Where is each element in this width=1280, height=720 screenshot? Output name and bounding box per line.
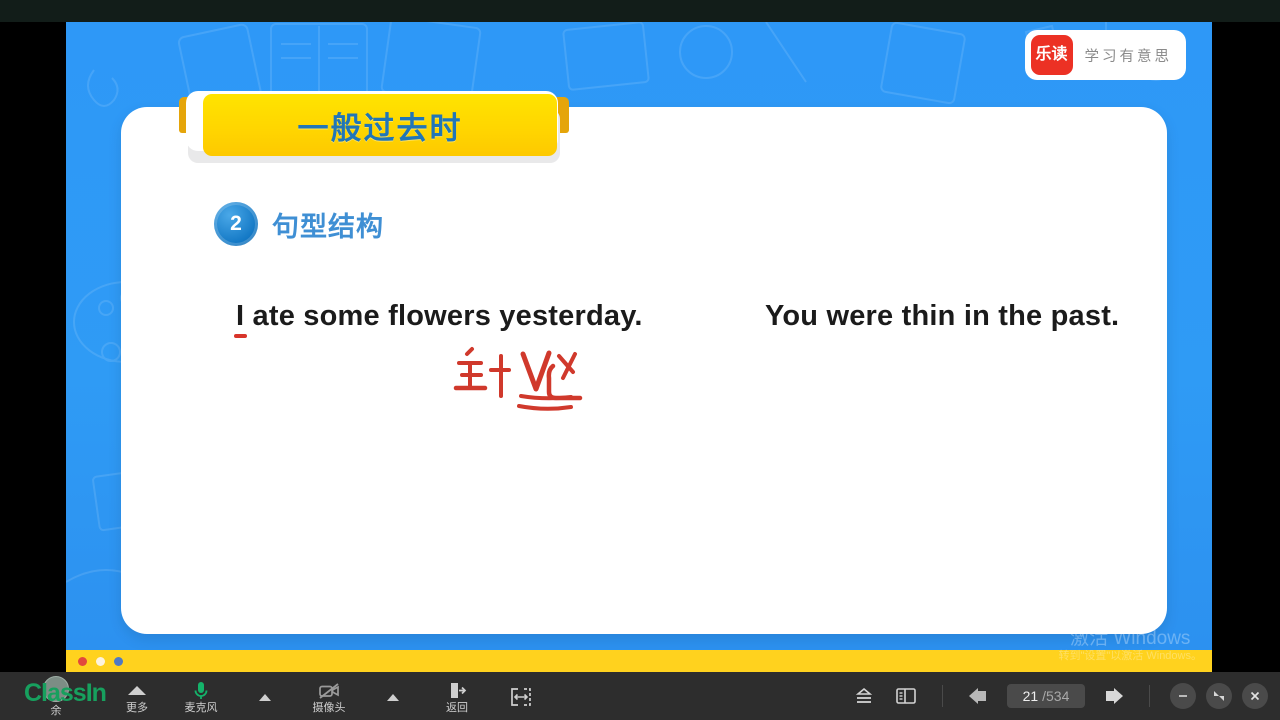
handwriting-annotation-icon <box>453 347 583 411</box>
toolbar-item-camera[interactable]: 摄像头 <box>298 674 360 720</box>
page-navigation: 21 /534 <box>963 683 1129 709</box>
exit-icon <box>448 681 467 701</box>
toolbar-item-microphone-menu[interactable] <box>234 674 296 720</box>
app-window: 乐读 学习有意思 一般过去时 2 句型结构 I ate some flowers… <box>0 0 1280 720</box>
restore-icon <box>1214 691 1224 701</box>
toolbar-item-more[interactable]: 更多 <box>106 674 168 720</box>
slide-footer-bar <box>66 650 1212 672</box>
dot-cream-icon <box>96 657 105 666</box>
layers-button[interactable] <box>848 681 880 711</box>
toolbar-label-more: 更多 <box>126 701 148 714</box>
ribbon-body: 一般过去时 <box>203 94 557 156</box>
brand-tagline: 学习有意思 <box>1084 48 1172 65</box>
title-ribbon: 一般过去时 <box>178 79 570 167</box>
example-sentence-1: I ate some flowers yesterday. <box>236 300 643 333</box>
toolbar-divider-1 <box>942 685 943 707</box>
slide-title: 一般过去时 <box>297 110 463 146</box>
chevron-up-icon-2 <box>387 687 399 707</box>
camera-off-icon <box>318 681 340 701</box>
minimize-icon <box>1179 695 1187 697</box>
top-dark-strip <box>0 0 1280 22</box>
footer-dots <box>78 657 123 666</box>
section-heading: 2 句型结构 <box>214 202 384 246</box>
brand-logo: 乐读 学习有意思 <box>1024 30 1186 80</box>
toolbar-label-camera: 摄像头 <box>312 701 346 714</box>
panel-icon <box>896 688 916 704</box>
dot-red-icon <box>78 657 87 666</box>
prev-page-button[interactable] <box>963 683 997 709</box>
slide-stage[interactable]: 乐读 学习有意思 一般过去时 2 句型结构 I ate some flowers… <box>66 22 1212 672</box>
toolbar-divider-2 <box>1149 685 1150 707</box>
layers-icon <box>855 687 873 703</box>
section-number-badge: 2 <box>214 202 258 246</box>
toolbar-item-microphone[interactable]: 麦克风 <box>170 674 232 720</box>
more-icon <box>126 681 148 701</box>
microphone-icon <box>193 681 209 701</box>
toolbar-label-microphone: 麦克风 <box>184 701 218 714</box>
toolbar-item-resize[interactable] <box>490 674 552 720</box>
avatar <box>43 676 69 702</box>
bottom-toolbar: 余 ClassIn 更多 麦克风 摄像头 返回 21 /534 <box>0 672 1280 720</box>
toolbar-item-return[interactable]: 返回 <box>426 674 488 720</box>
restore-button[interactable] <box>1206 683 1232 709</box>
page-total: /534 <box>1042 688 1070 704</box>
close-button[interactable] <box>1242 683 1268 709</box>
toolbar-label-return: 返回 <box>446 701 468 714</box>
toolbar-label-user: 余 <box>50 705 62 717</box>
next-page-icon <box>1106 688 1123 704</box>
page-indicator[interactable]: 21 /534 <box>1007 684 1085 708</box>
toolbar-left-group: 余 ClassIn 更多 麦克风 摄像头 返回 <box>0 672 552 720</box>
subject-underline: I <box>236 300 245 332</box>
sentence-1-rest: ate some flowers yesterday. <box>244 300 643 332</box>
panel-toggle-button[interactable] <box>890 681 922 711</box>
next-page-button[interactable] <box>1095 683 1129 709</box>
slide-content-card <box>121 107 1167 634</box>
close-icon <box>1250 691 1260 701</box>
toolbar-item-camera-menu[interactable] <box>362 674 424 720</box>
example-sentence-2: You were thin in the past. <box>765 300 1120 332</box>
ribbon-white-backing: 一般过去时 <box>186 91 558 156</box>
toolbar-item-user[interactable]: 余 ClassIn <box>8 674 107 720</box>
page-current: 21 <box>1022 688 1039 704</box>
toolbar-right-group: 21 /534 <box>848 681 1280 711</box>
chevron-up-icon <box>259 687 271 707</box>
section-label: 句型结构 <box>272 211 384 242</box>
brand-mark: 乐读 <box>1030 35 1073 75</box>
resize-icon <box>510 687 532 707</box>
minimize-button[interactable] <box>1170 683 1196 709</box>
dot-blue-icon <box>114 657 123 666</box>
prev-page-icon <box>969 688 986 704</box>
